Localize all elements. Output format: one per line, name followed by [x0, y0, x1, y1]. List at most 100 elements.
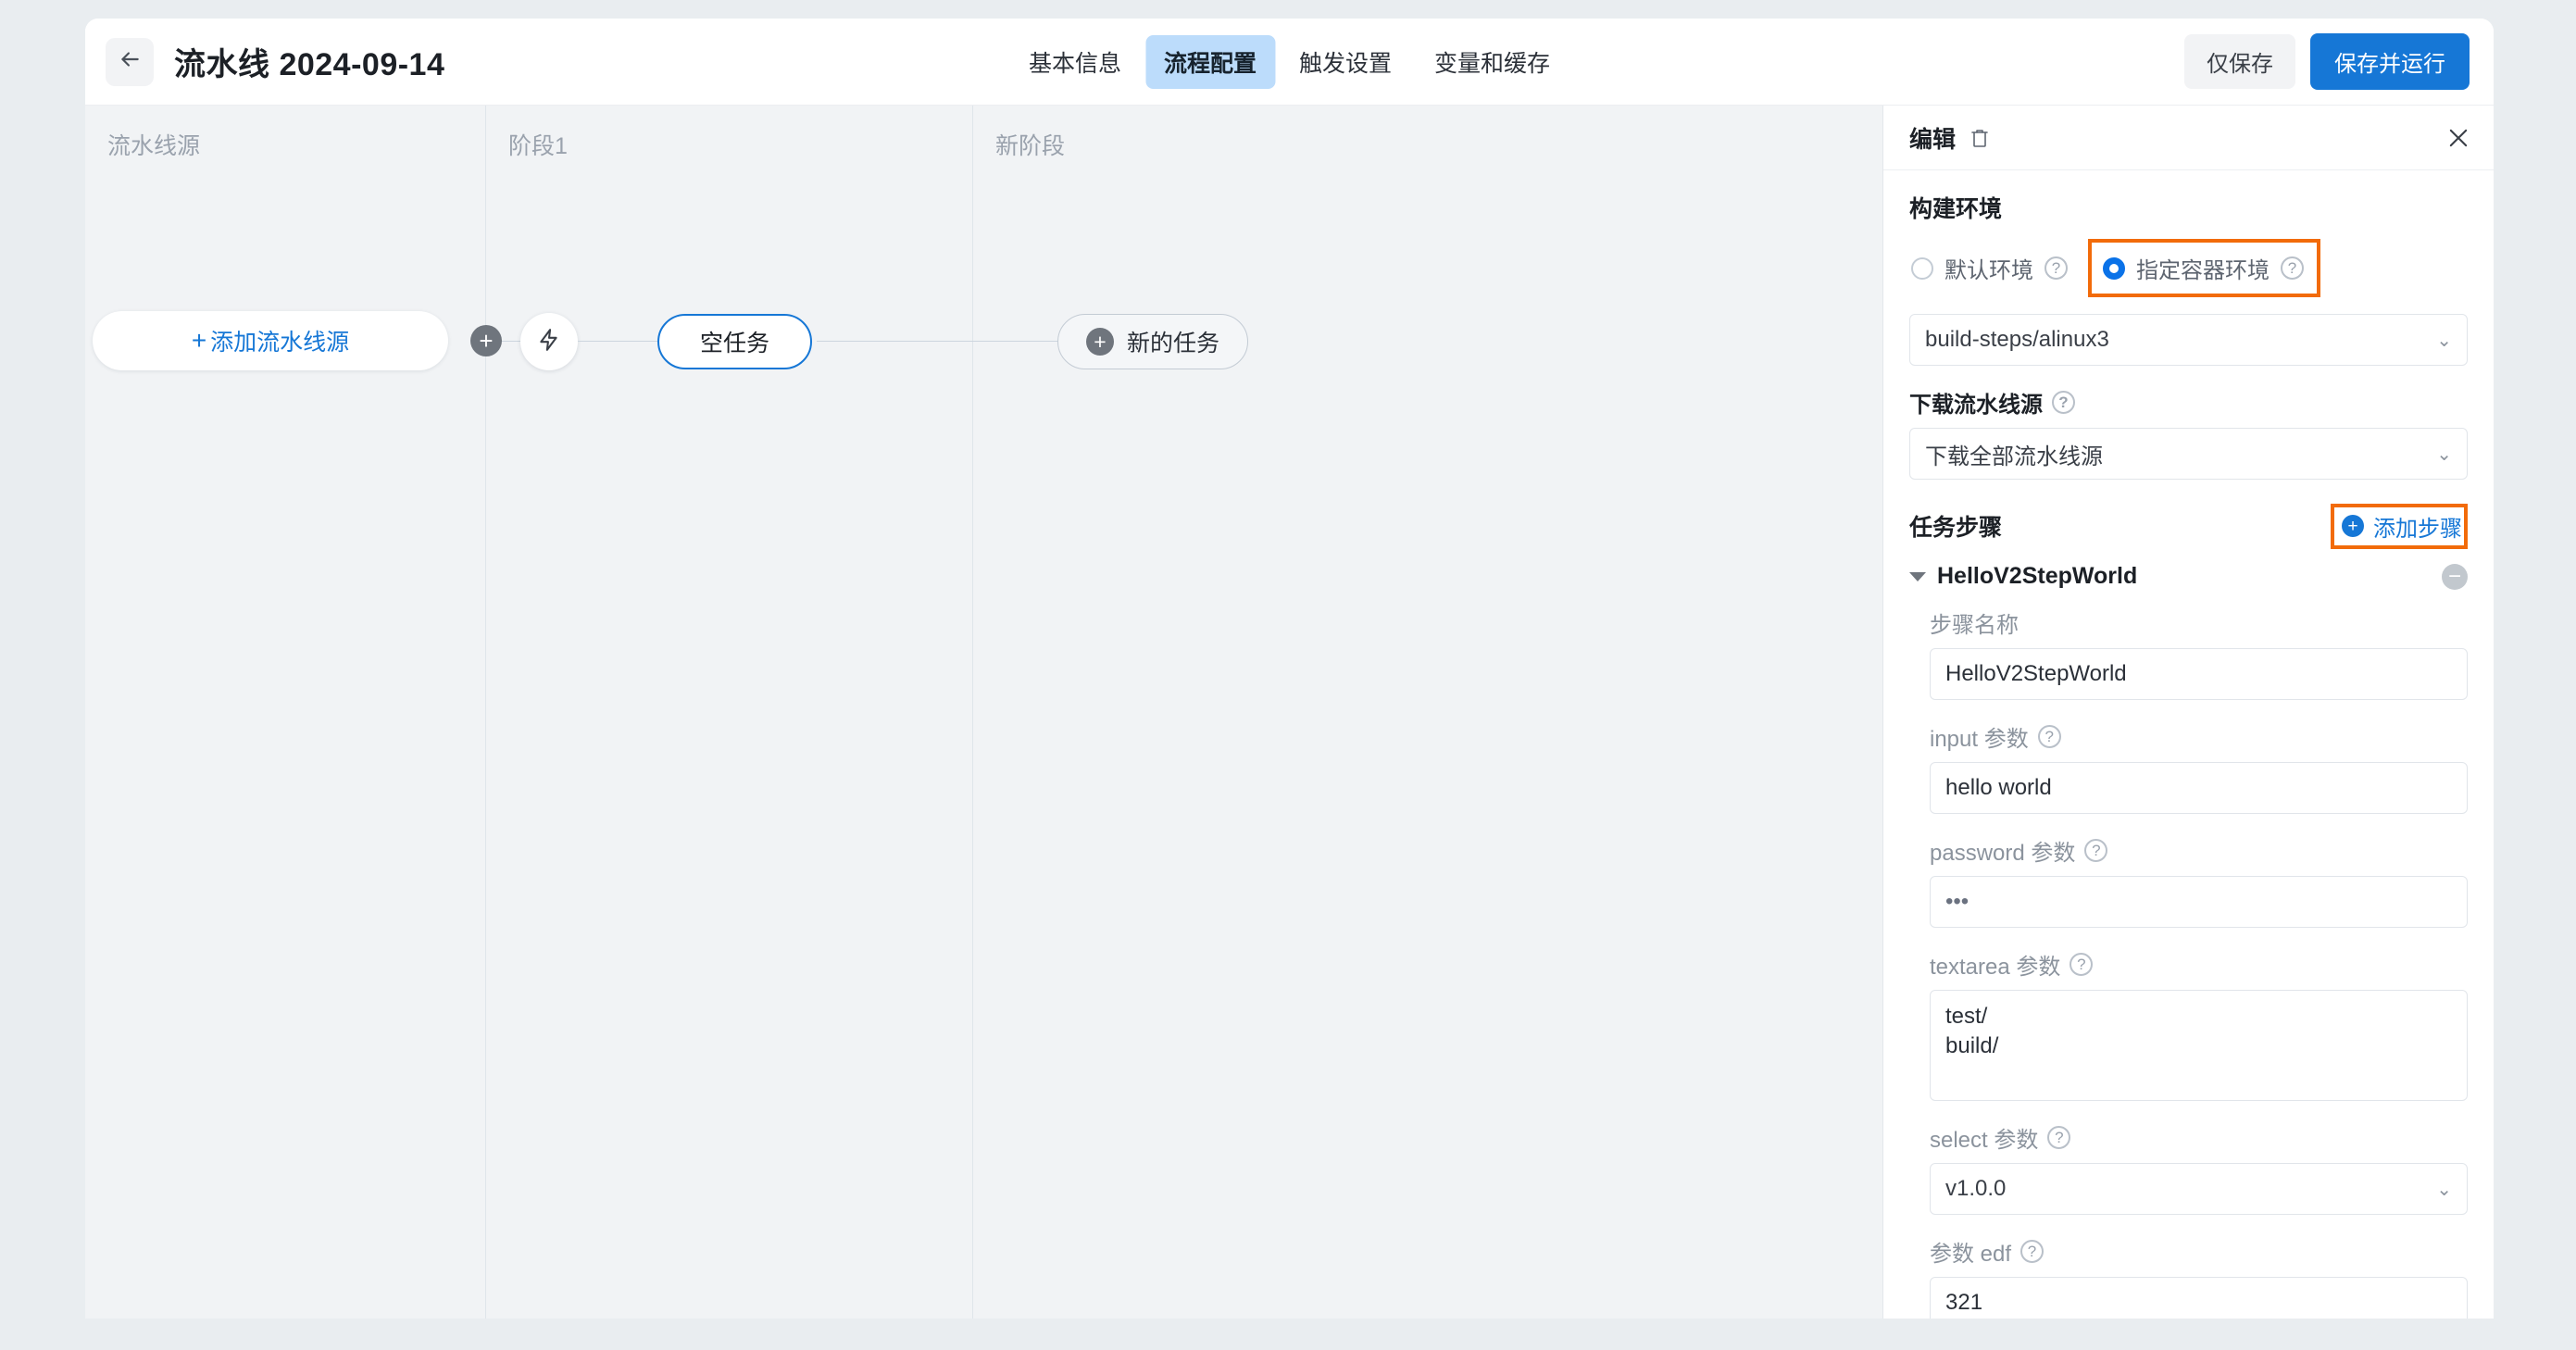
help-icon[interactable]: ? [2281, 256, 2304, 280]
plus-icon: + [2342, 515, 2364, 537]
step-name-title: HelloV2StepWorld [1937, 563, 2138, 589]
container-image-value: build-steps/alinux3 [1925, 327, 2109, 352]
lightning-bolt-icon [537, 328, 561, 356]
steps-section-title: 任务步骤 [1909, 515, 2003, 541]
chevron-down-icon[interactable] [1909, 571, 1926, 581]
field-label: textarea 参数 [1930, 955, 2061, 980]
arrow-left-icon [118, 47, 142, 76]
stage-trigger-node[interactable] [520, 313, 578, 370]
download-source-label: 下载流水线源 [1909, 393, 2043, 418]
field-textarea-param: textarea 参数 ? test/ build/ [1930, 948, 2468, 1101]
radio-circle-icon [1911, 256, 1933, 280]
select-param-select[interactable]: v1.0.0 ⌄ [1930, 1163, 2468, 1215]
password-param-input[interactable]: ••• [1930, 876, 2468, 928]
stage-column-title: 流水线源 [107, 133, 201, 159]
help-icon[interactable]: ? [2070, 953, 2094, 976]
field-label-row: 步骤名称 [1930, 606, 2468, 639]
topbar-actions: 仅保存 保存并运行 [2184, 33, 2470, 90]
stage-column-stage1: 阶段1 [486, 106, 973, 1319]
tab-variables-cache[interactable]: 变量和缓存 [1416, 35, 1569, 89]
task-node-empty[interactable]: 空任务 [657, 314, 813, 369]
app-window: 流水线 2024-09-14 基本信息 流程配置 触发设置 变量和缓存 仅保存 … [85, 19, 2494, 1319]
top-bar: 流水线 2024-09-14 基本信息 流程配置 触发设置 变量和缓存 仅保存 … [85, 19, 2494, 106]
radio-container-env-label: 指定容器环境 [2136, 258, 2270, 283]
highlight-box-container-env: 指定容器环境 ? [2088, 239, 2320, 297]
add-pipeline-source-label: 添加流水线源 [210, 330, 350, 356]
chevron-down-icon: ⌄ [2436, 330, 2452, 351]
tab-basic-info[interactable]: 基本信息 [1010, 35, 1140, 89]
radio-circle-icon [2103, 256, 2125, 280]
help-icon[interactable]: ? [2045, 256, 2068, 280]
connector-line [578, 341, 657, 342]
back-button[interactable] [106, 37, 154, 86]
field-label: input 参数 [1930, 727, 2029, 752]
chevron-down-icon: ⌄ [2436, 1179, 2452, 1200]
body: 流水线源 阶段1 新阶段 + 添加流水线源 + 空任务 + 新的任务 编辑 构建… [85, 106, 2494, 1319]
field-label-row: password 参数 ? [1930, 834, 2468, 867]
step-fields: 步骤名称 HelloV2StepWorld input 参数 ? hello w… [1909, 606, 2468, 1319]
field-label: password 参数 [1930, 841, 2076, 866]
plus-icon: + [1086, 328, 1114, 356]
field-label-row: select 参数 ? [1930, 1121, 2468, 1154]
radio-container-env[interactable]: 指定容器环境 ? [2101, 246, 2306, 290]
field-label: 步骤名称 [1930, 613, 2019, 638]
help-icon[interactable]: ? [2084, 839, 2108, 862]
stage-column-title: 阶段1 [508, 133, 568, 159]
remove-step-button[interactable]: − [2442, 563, 2468, 590]
field-input-param: input 参数 ? hello world [1930, 720, 2468, 814]
container-image-field: build-steps/alinux3 ⌄ [1909, 314, 2468, 366]
stage-column-new-stage: 新阶段 [973, 106, 1460, 1319]
tab-process-config[interactable]: 流程配置 [1144, 34, 1275, 89]
chevron-down-icon: ⌄ [2436, 444, 2452, 465]
edf-param-input[interactable]: 321 [1930, 1277, 2468, 1319]
stage-column-title: 新阶段 [995, 133, 1066, 159]
field-step-name: 步骤名称 HelloV2StepWorld [1930, 606, 2468, 700]
connector-line [817, 341, 1057, 342]
step-header-row: HelloV2StepWorld − [1909, 563, 2468, 590]
page-title: 流水线 2024-09-14 [174, 47, 445, 82]
add-stage-button[interactable]: + [470, 325, 502, 356]
field-label-row: input 参数 ? [1930, 720, 2468, 753]
radio-default-env[interactable]: 默认环境 ? [1909, 246, 2070, 290]
input-param-input[interactable]: hello world [1930, 762, 2468, 814]
field-edf-param: 参数 edf ? 321 [1930, 1235, 2468, 1319]
trash-icon[interactable] [1969, 127, 1991, 149]
help-icon[interactable]: ? [2037, 725, 2061, 748]
help-icon[interactable]: ? [2047, 1126, 2071, 1149]
add-new-task-label: 新的任务 [1127, 331, 1220, 356]
edit-panel-title: 编辑 [1909, 126, 1957, 153]
pipeline-canvas: 流水线源 阶段1 新阶段 + 添加流水线源 + 空任务 + 新的任务 [85, 106, 1882, 1319]
field-label-row: textarea 参数 ? [1930, 948, 2468, 981]
edit-panel: 编辑 构建环境 默认环境 ? 指定容器环境 ? build-steps/alin… [1882, 106, 2494, 1319]
add-pipeline-source-button[interactable]: + 添加流水线源 [93, 311, 448, 370]
field-password-param: password 参数 ? ••• [1930, 834, 2468, 928]
edit-panel-body: 构建环境 默认环境 ? 指定容器环境 ? build-steps/alinux3… [1883, 170, 2494, 1319]
highlight-box-add-step: + 添加步骤 [2331, 503, 2468, 549]
build-env-section-title: 构建环境 [1909, 196, 2003, 222]
textarea-param-input[interactable]: test/ build/ [1930, 990, 2468, 1101]
close-icon[interactable] [2445, 125, 2471, 151]
nav-tabs: 基本信息 流程配置 触发设置 变量和缓存 [1010, 34, 1569, 89]
help-icon[interactable]: ? [2052, 391, 2075, 414]
help-icon[interactable]: ? [2020, 1240, 2045, 1263]
steps-section-header: 任务步骤 + 添加步骤 [1909, 502, 2468, 550]
field-label: 参数 edf [1930, 1242, 2012, 1267]
container-image-select[interactable]: build-steps/alinux3 ⌄ [1909, 314, 2468, 366]
stage-column-source: 流水线源 [85, 106, 486, 1319]
download-source-select[interactable]: 下载全部流水线源 ⌄ [1909, 428, 2468, 480]
add-step-button[interactable]: + 添加步骤 [2342, 510, 2462, 543]
edit-panel-header: 编辑 [1883, 106, 2494, 170]
download-source-label-row: 下载流水线源 ? [1909, 386, 2468, 419]
plus-icon: + [191, 326, 207, 355]
tab-trigger-settings[interactable]: 触发设置 [1281, 35, 1410, 89]
step-name-input[interactable]: HelloV2StepWorld [1930, 648, 2468, 700]
field-select-param: select 参数 ? v1.0.0 ⌄ [1930, 1121, 2468, 1215]
save-and-run-button[interactable]: 保存并运行 [2310, 33, 2470, 90]
add-step-label: 添加步骤 [2373, 516, 2462, 542]
add-new-task-node[interactable]: + 新的任务 [1057, 314, 1249, 369]
field-label-row: 参数 edf ? [1930, 1235, 2468, 1268]
download-source-field: 下载流水线源 ? 下载全部流水线源 ⌄ [1909, 386, 2468, 480]
save-only-button[interactable]: 仅保存 [2184, 34, 2295, 89]
pipeline-node-row: + 添加流水线源 + 空任务 + 新的任务 [85, 311, 1882, 376]
build-env-radio-group: 默认环境 ? 指定容器环境 ? [1909, 239, 2468, 297]
